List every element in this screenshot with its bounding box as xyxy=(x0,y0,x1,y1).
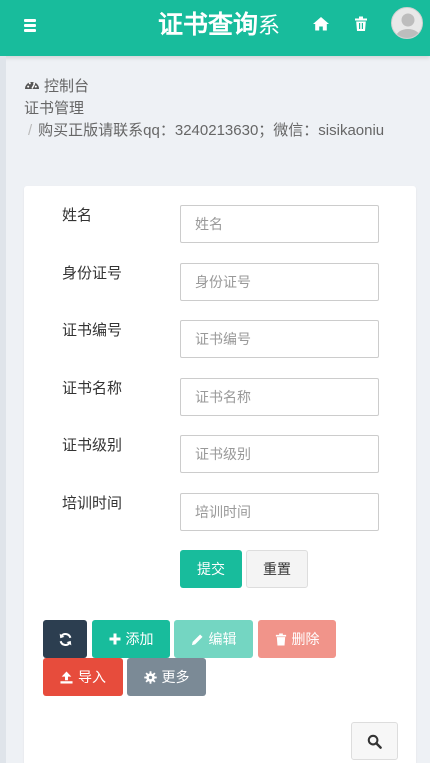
form-row-cert-level: 证书级别 xyxy=(24,435,416,473)
breadcrumb-dashboard-label: 控制台 xyxy=(44,78,90,95)
top-navbar: 证书查询系 xyxy=(0,0,430,56)
cert-name-input[interactable] xyxy=(180,378,379,416)
more-button-label: 更多 xyxy=(161,669,190,685)
dashboard-icon xyxy=(24,77,40,91)
gear-icon xyxy=(143,670,157,684)
plus-icon xyxy=(109,633,120,645)
cert-number-input[interactable] xyxy=(180,320,379,358)
id-number-label: 身份证号 xyxy=(62,265,123,282)
breadcrumb-notice-text: 购买正版请联系qq：3240213630；微信：sisikaoniu xyxy=(38,122,385,139)
app-title: 证书查询系 xyxy=(158,8,280,46)
form-row-id-number: 身份证号 xyxy=(24,263,416,301)
more-button[interactable]: 更多 xyxy=(127,658,206,696)
form-row-cert-name: 证书名称 xyxy=(24,378,416,416)
reset-button[interactable]: 重置 xyxy=(246,550,308,588)
trash-icon xyxy=(275,632,286,646)
breadcrumb: 控制台 证书管理 / 购买正版请联系qq：3240213630；微信：sisika… xyxy=(24,76,414,142)
edit-button-label: 编辑 xyxy=(208,631,237,647)
trash-icon[interactable] xyxy=(351,14,371,34)
form-row-cert-number: 证书编号 xyxy=(24,320,416,358)
delete-button[interactable]: 删除 xyxy=(258,620,336,658)
cert-number-label: 证书编号 xyxy=(62,322,123,339)
cert-level-label: 证书级别 xyxy=(62,437,123,454)
refresh-icon xyxy=(59,632,71,646)
add-button[interactable]: 添加 xyxy=(92,620,170,658)
submit-button[interactable]: 提交 xyxy=(180,550,242,588)
import-button-label: 导入 xyxy=(78,669,106,685)
id-number-input[interactable] xyxy=(180,263,379,301)
breadcrumb-dashboard[interactable]: 控制台 xyxy=(24,76,414,98)
refresh-button[interactable] xyxy=(43,620,87,658)
search-icon xyxy=(367,734,382,749)
form-row-name: 姓名 xyxy=(24,205,416,243)
form-row-training-time: 培训时间 xyxy=(24,493,416,531)
search-panel: 姓名 身份证号 证书编号 证书名称 证书级别 培训时间 提交 重置 添加 编辑 … xyxy=(24,186,416,763)
home-icon[interactable] xyxy=(311,14,331,34)
name-input[interactable] xyxy=(180,205,379,243)
breadcrumb-notice: / 购买正版请联系qq：3240213630；微信：sisikaoniu xyxy=(24,120,414,142)
training-time-label: 培训时间 xyxy=(62,495,123,512)
delete-button-label: 删除 xyxy=(291,631,320,647)
breadcrumb-section[interactable]: 证书管理 xyxy=(24,98,414,120)
upload-icon xyxy=(60,670,73,684)
name-label: 姓名 xyxy=(62,207,93,224)
menu-icon[interactable] xyxy=(22,16,42,36)
pencil-icon xyxy=(191,633,203,645)
breadcrumb-separator: / xyxy=(28,122,33,139)
app-title-strong: 证书查询 xyxy=(158,11,259,39)
sidebar-edge xyxy=(0,56,6,763)
add-button-label: 添加 xyxy=(125,631,154,647)
app-title-light: 系 xyxy=(258,13,281,38)
import-button[interactable]: 导入 xyxy=(43,658,123,696)
search-button[interactable] xyxy=(351,722,398,760)
training-time-input[interactable] xyxy=(180,493,379,531)
edit-button[interactable]: 编辑 xyxy=(174,620,253,658)
user-avatar[interactable] xyxy=(391,7,423,39)
cert-level-input[interactable] xyxy=(180,435,379,473)
cert-name-label: 证书名称 xyxy=(62,380,123,397)
